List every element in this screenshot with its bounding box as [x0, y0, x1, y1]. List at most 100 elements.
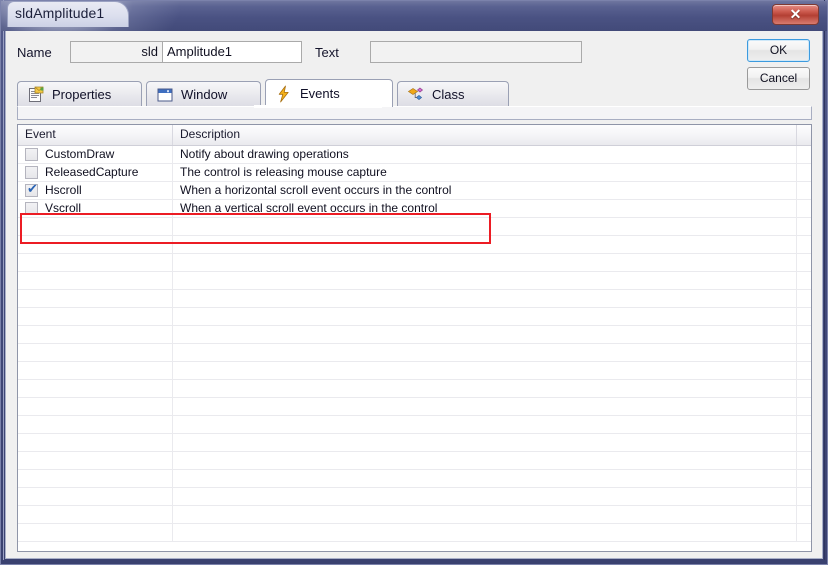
table-row[interactable]	[18, 470, 811, 488]
column-header-extra[interactable]	[797, 125, 811, 145]
table-row[interactable]	[18, 290, 811, 308]
events-list: Event Description CustomDraw Notify about…	[17, 124, 812, 552]
table-row[interactable]	[18, 452, 811, 470]
cell-event	[18, 524, 173, 541]
tab-class-label: Class	[432, 87, 465, 102]
tab-window-label: Window	[181, 87, 228, 102]
cell-extra	[797, 326, 811, 343]
row-checkbox[interactable]	[25, 166, 38, 179]
tab-events-label: Events	[300, 86, 340, 101]
cell-description	[173, 308, 797, 325]
cell-event	[18, 452, 173, 469]
cell-description	[173, 362, 797, 379]
cell-event: CustomDraw	[18, 146, 173, 163]
close-button[interactable]: ✕	[772, 4, 819, 25]
table-row[interactable]	[18, 488, 811, 506]
table-row[interactable]: ✔ Hscroll When a horizontal scroll event o…	[18, 182, 811, 200]
row-checkbox[interactable]: ✔	[25, 182, 38, 197]
cell-extra	[797, 524, 811, 541]
close-icon: ✕	[789, 6, 802, 22]
text-input[interactable]	[370, 41, 582, 63]
name-input[interactable]: Amplitude1	[162, 41, 302, 63]
cell-extra	[797, 398, 811, 415]
table-row[interactable]	[18, 272, 811, 290]
cell-extra	[797, 416, 811, 433]
cell-description	[173, 434, 797, 451]
cell-event	[18, 488, 173, 505]
tab-strip: Properties Window Events Class	[17, 79, 812, 107]
table-row[interactable]: CustomDraw Notify about drawing operation…	[18, 146, 811, 164]
table-row[interactable]: ReleasedCapture The control is releasing …	[18, 164, 811, 182]
row-checkbox[interactable]	[25, 148, 38, 161]
cell-description	[173, 380, 797, 397]
cell-description	[173, 416, 797, 433]
clipboard-icon	[27, 86, 45, 104]
cell-description	[173, 218, 797, 235]
cell-extra	[797, 218, 811, 235]
cell-description	[173, 326, 797, 343]
cell-event	[18, 434, 173, 451]
name-prefix-field: sld	[70, 41, 162, 63]
table-row[interactable]	[18, 416, 811, 434]
table-row[interactable]	[18, 218, 811, 236]
cell-extra	[797, 182, 811, 199]
cell-description	[173, 452, 797, 469]
text-label: Text	[315, 45, 339, 60]
table-row[interactable]	[18, 362, 811, 380]
tab-active-connector	[254, 105, 382, 108]
ok-button[interactable]: OK	[747, 39, 810, 62]
table-row[interactable]: Vscroll When a vertical scroll event occu…	[18, 200, 811, 218]
cell-description	[173, 254, 797, 271]
cell-event: Vscroll	[18, 200, 173, 217]
tab-properties[interactable]: Properties	[17, 81, 142, 107]
cell-event	[18, 236, 173, 253]
lightning-bolt-icon	[275, 85, 293, 103]
cell-description	[173, 524, 797, 541]
cell-extra	[797, 272, 811, 289]
tab-events[interactable]: Events	[265, 79, 393, 107]
event-name: Hscroll	[45, 183, 82, 197]
cell-event	[18, 362, 173, 379]
row-checkbox[interactable]	[25, 202, 38, 215]
table-row[interactable]	[18, 344, 811, 362]
table-row[interactable]	[18, 434, 811, 452]
cell-extra	[797, 488, 811, 505]
title-bar[interactable]: sldAmplitude1 ✕	[1, 1, 827, 31]
class-diamond-icon	[407, 86, 425, 104]
cell-extra	[797, 344, 811, 361]
table-row[interactable]	[18, 326, 811, 344]
tab-window[interactable]: Window	[146, 81, 261, 107]
cell-description	[173, 236, 797, 253]
table-row[interactable]	[18, 506, 811, 524]
cell-event	[18, 344, 173, 361]
cell-description	[173, 398, 797, 415]
cell-event	[18, 254, 173, 271]
cell-extra	[797, 146, 811, 163]
cell-event	[18, 398, 173, 415]
cell-extra	[797, 164, 811, 181]
checkmark-icon: ✔	[27, 182, 38, 197]
table-row[interactable]	[18, 308, 811, 326]
cell-event	[18, 506, 173, 523]
cell-extra	[797, 308, 811, 325]
cell-extra	[797, 470, 811, 487]
table-row[interactable]	[18, 236, 811, 254]
cell-description: Notify about drawing operations	[173, 146, 797, 163]
tab-class[interactable]: Class	[397, 81, 509, 107]
tab-properties-label: Properties	[52, 87, 112, 102]
cell-description	[173, 506, 797, 523]
header-row: Name sld Amplitude1 Text OK Cancel	[6, 31, 822, 90]
column-header-description[interactable]: Description	[173, 125, 797, 145]
window-icon	[156, 86, 174, 104]
cell-extra	[797, 290, 811, 307]
table-row[interactable]	[18, 254, 811, 272]
table-row[interactable]	[18, 398, 811, 416]
cell-event	[18, 470, 173, 487]
table-row[interactable]	[18, 380, 811, 398]
column-header-event[interactable]: Event	[18, 125, 173, 145]
list-header: Event Description	[18, 125, 811, 146]
cell-event	[18, 308, 173, 325]
table-row[interactable]	[18, 524, 811, 542]
cell-extra	[797, 380, 811, 397]
cell-event: ReleasedCapture	[18, 164, 173, 181]
